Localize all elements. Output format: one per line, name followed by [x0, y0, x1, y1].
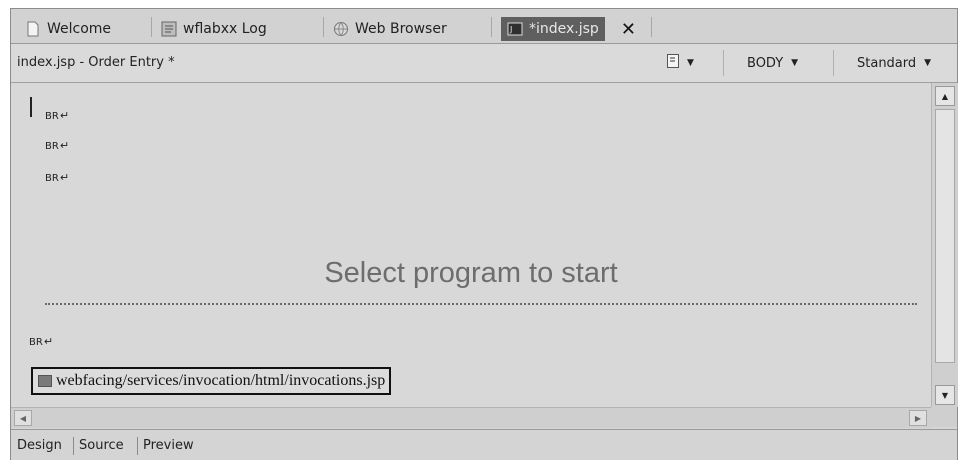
tag-selector-dropdown[interactable]: BODY ▼ [747, 53, 798, 73]
horizontal-scrollbar[interactable]: ◀ ▶ [11, 407, 931, 428]
page-heading[interactable]: Select program to start [11, 257, 931, 290]
jsp-include-box[interactable]: webfacing/services/invocation/html/invoc… [31, 367, 392, 395]
close-tab-icon[interactable]: ✕ [621, 19, 636, 40]
scroll-up-button[interactable]: ▲ [935, 86, 955, 106]
br-marker: BR↵ [45, 109, 70, 122]
tab-wflabxx-log[interactable]: wflabxx Log [161, 15, 267, 43]
tag-selector-label: BODY [747, 55, 784, 71]
scroll-right-button[interactable]: ▶ [909, 410, 927, 426]
style-selector-dropdown[interactable]: Standard ▼ [857, 53, 931, 73]
tab-divider [137, 437, 138, 455]
tab-divider [491, 17, 492, 37]
page-icon [25, 21, 41, 37]
text-cursor [30, 97, 32, 117]
svg-text:J: J [509, 25, 512, 34]
jsp-file-icon: J [507, 21, 523, 37]
page-title: index.jsp - Order Entry * [17, 55, 175, 70]
toolbar-divider [723, 50, 724, 76]
chevron-down-icon: ▼ [687, 58, 694, 68]
scrollbar-corner [931, 407, 957, 427]
chevron-down-icon: ▼ [924, 58, 932, 68]
chevron-down-icon: ▼ [791, 58, 799, 68]
include-icon [38, 375, 52, 387]
tab-divider [323, 17, 324, 37]
log-icon [161, 21, 177, 37]
br-marker: BR↵ [45, 139, 70, 152]
tab-design[interactable]: Design [17, 438, 62, 453]
page-properties-dropdown[interactable]: ▼ [667, 53, 694, 73]
editor-tab-bar: Welcome wflabxx Log Web Browser J *index… [11, 9, 957, 44]
page-properties-icon [667, 54, 679, 72]
tab-label: wflabxx Log [183, 21, 267, 37]
scroll-down-button[interactable]: ▼ [935, 385, 955, 405]
tab-web-browser[interactable]: Web Browser [333, 15, 447, 43]
br-marker: BR↵ [45, 171, 70, 184]
tab-divider [151, 17, 152, 37]
tab-index-jsp[interactable]: J *index.jsp ✕ [501, 15, 636, 43]
tab-divider [651, 17, 652, 37]
tab-divider [73, 437, 74, 455]
tab-source[interactable]: Source [79, 438, 124, 453]
style-selector-label: Standard [857, 55, 917, 71]
dotted-rule [45, 303, 917, 305]
tab-label: Web Browser [355, 21, 447, 37]
editor-window: Welcome wflabxx Log Web Browser J *index… [10, 8, 958, 460]
tab-welcome[interactable]: Welcome [25, 15, 111, 43]
vertical-scrollbar[interactable]: ▲ ▼ [931, 83, 958, 407]
include-path: webfacing/services/invocation/html/invoc… [56, 372, 386, 389]
tab-label: Welcome [47, 21, 112, 37]
active-tab-highlight: J *index.jsp [501, 17, 605, 41]
globe-icon [333, 21, 349, 37]
vertical-scroll-thumb[interactable] [935, 109, 955, 363]
scroll-left-button[interactable]: ◀ [14, 410, 32, 426]
view-mode-tabs: Design Source Preview [11, 429, 957, 460]
toolbar-divider [833, 50, 834, 76]
editor-header: index.jsp - Order Entry * ▼ BODY ▼ Stand… [11, 44, 957, 83]
br-marker: BR↵ [29, 335, 54, 348]
design-canvas[interactable]: BR↵ BR↵ BR↵ Select program to start BR↵ … [11, 83, 931, 407]
tab-preview[interactable]: Preview [143, 438, 194, 453]
tab-label: *index.jsp [529, 21, 599, 37]
